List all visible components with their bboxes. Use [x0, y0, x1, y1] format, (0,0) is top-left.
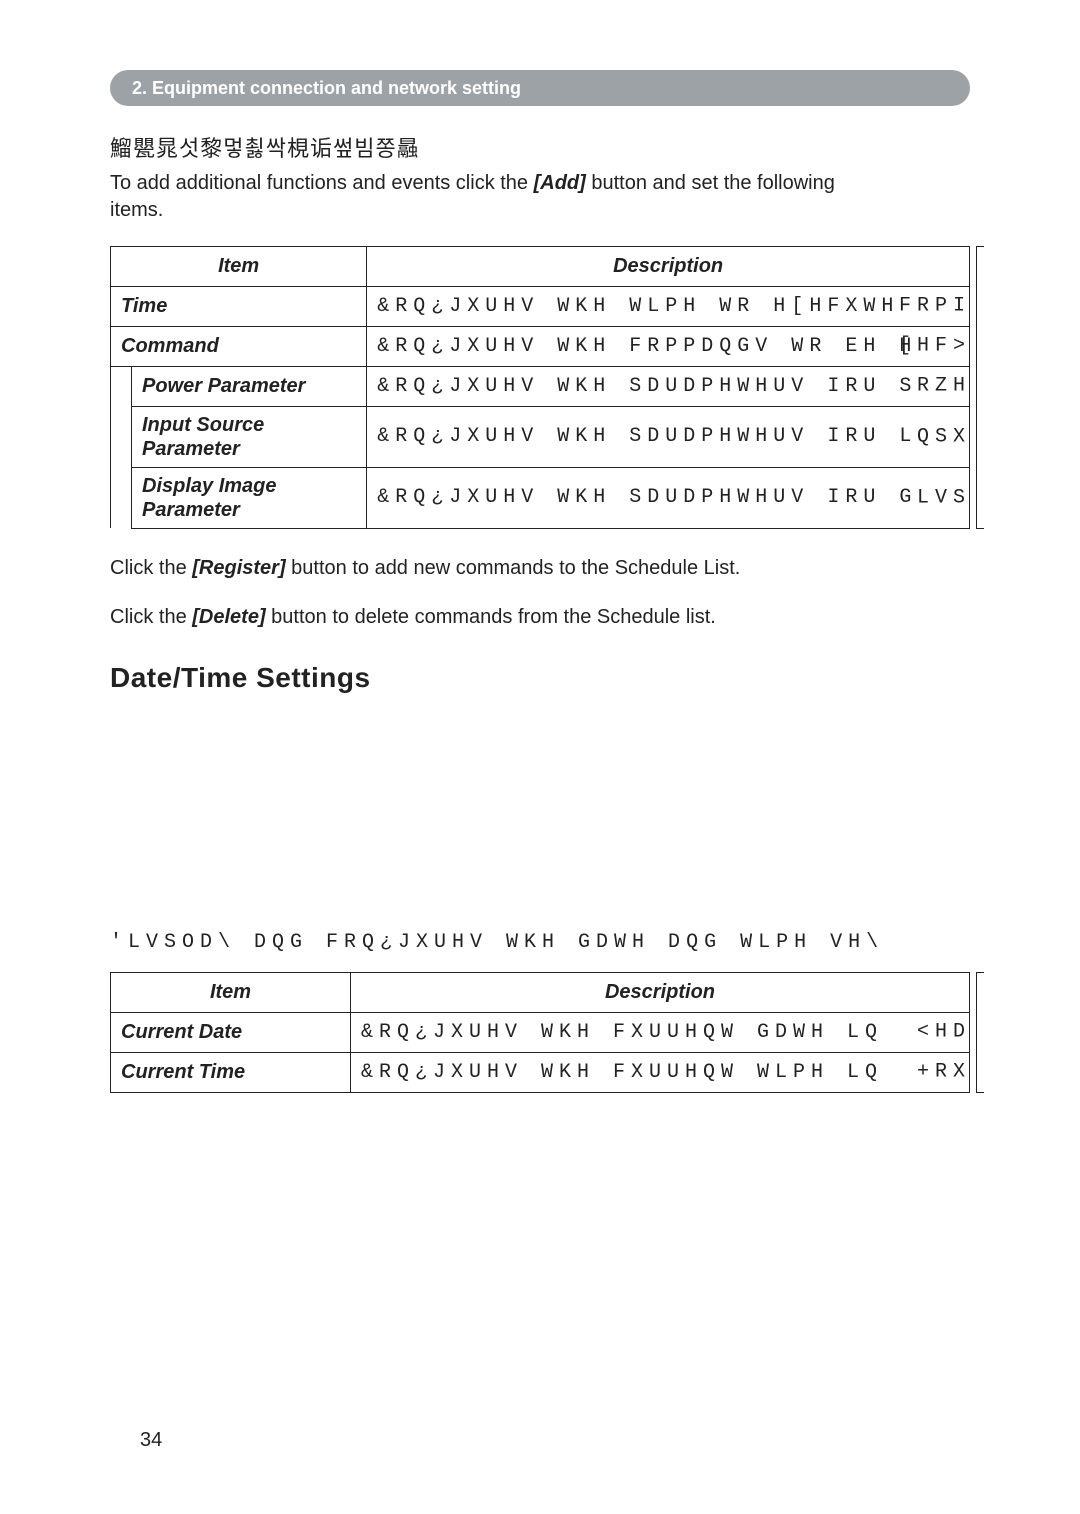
delete-paragraph: Click the [Delete] button to delete comm…	[110, 604, 970, 631]
para-suffix: button to add new commands to the Schedu…	[286, 557, 741, 579]
row-desc: &RQ¿JXUHV WKH SDUDPHWHUV IRU L QSX	[367, 406, 970, 467]
row-label-time: Time	[111, 286, 367, 326]
chapter-header-bar: 2. Equipment connection and network sett…	[110, 70, 970, 106]
delete-button-reference: [Delete]	[192, 606, 265, 628]
schedule-items-table: Item Description Time &RQ¿JXUHV WKH WLPH…	[110, 246, 970, 529]
table-header-row: Item Description	[111, 972, 970, 1012]
figure-placeholder	[110, 729, 970, 929]
table-row: Power Parameter &RQ¿JXUHV WKH SDUDPHWHUV…	[111, 366, 970, 406]
page-number: 34	[140, 1427, 162, 1454]
row-desc: &RQ¿JXUHV WKH FXUUHQW WLPH LQ +RX	[351, 1052, 970, 1092]
row-label-current-date: Current Date	[111, 1012, 351, 1052]
col-description-header: Description	[367, 246, 970, 286]
register-button-reference: [Register]	[192, 557, 285, 579]
desc-bleed: +RX	[917, 1059, 970, 1086]
register-paragraph: Click the [Register] button to add new c…	[110, 555, 970, 582]
date-time-table: Item Description Current Date &RQ¿JXUHV …	[110, 972, 970, 1093]
col-item-header: Item	[111, 246, 367, 286]
para-suffix: button to delete commands from the Sched…	[266, 606, 716, 628]
indent-spacer	[111, 366, 132, 528]
col-item-header: Item	[111, 972, 351, 1012]
section-heading-date-time: Date/Time Settings	[110, 659, 970, 697]
intro-suffix-1: button and set the following	[586, 172, 835, 194]
table-row: Command &RQ¿JXUHV WKH FRPPDQGV WR EH H […	[111, 326, 970, 366]
desc-text: &RQ¿JXUHV WKH SDUDPHWHUV IRU S	[377, 373, 959, 400]
row-label-display-image-parameter: Display Image Parameter	[132, 467, 367, 528]
desc-text: &RQ¿JXUHV WKH FXUUHQW WLPH LQ	[361, 1059, 959, 1086]
table-row: Current Time &RQ¿JXUHV WKH FXUUHQW WLPH …	[111, 1052, 970, 1092]
config-description-line: 'LVSOD\ DQG FRQ¿JXUHV WKH GDWH DQG WLPH …	[110, 929, 970, 956]
intro-suffix-2: items.	[110, 199, 163, 221]
desc-bleed: FRPI	[899, 293, 970, 320]
row-desc: &RQ¿JXUHV WKH FRPPDQGV WR EH H [HF>	[367, 326, 970, 366]
desc-bleed: RZH	[917, 373, 970, 400]
intro-paragraph: To add additional functions and events c…	[110, 170, 970, 224]
para-prefix: Click the	[110, 557, 192, 579]
row-desc: &RQ¿JXUHV WKH FXUUHQW GDWH LQ <HD	[351, 1012, 970, 1052]
desc-text: &RQ¿JXUHV WKH SDUDPHWHUV IRU L	[377, 423, 959, 450]
row-desc: &RQ¿JXUHV WKH WLPH WR H[HFXWH FRPI	[367, 286, 970, 326]
desc-text: &RQ¿JXUHV WKH WLPH WR H[HFXWH	[377, 293, 959, 320]
add-button-reference: [Add]	[534, 172, 586, 194]
desc-bleed: QSX	[917, 423, 970, 450]
cjk-glyph-line: 鰡甖晁섯黎멓쵫싹梘诟쎂빔쫑曧	[110, 134, 970, 164]
row-desc: &RQ¿JXUHV WKH SDUDPHWHUV IRU S RZH	[367, 366, 970, 406]
intro-prefix: To add additional functions and events c…	[110, 172, 534, 194]
table-header-row: Item Description	[111, 246, 970, 286]
desc-text: &RQ¿JXUHV WKH SDUDPHWHUV IRU G	[377, 484, 959, 511]
desc-bleed: LVS	[917, 484, 970, 511]
row-label-input-source-parameter: Input Source Parameter	[132, 406, 367, 467]
row-desc: &RQ¿JXUHV WKH SDUDPHWHUV IRU G LVS	[367, 467, 970, 528]
table-row: Display Image Parameter &RQ¿JXUHV WKH SD…	[111, 467, 970, 528]
row-label-current-time: Current Time	[111, 1052, 351, 1092]
table-right-edge-marker	[976, 246, 984, 529]
desc-text: &RQ¿JXUHV WKH FXUUHQW GDWH LQ	[361, 1019, 959, 1046]
table-row: Time &RQ¿JXUHV WKH WLPH WR H[HFXWH FRPI	[111, 286, 970, 326]
row-label-command: Command	[111, 326, 367, 366]
para-prefix: Click the	[110, 606, 192, 628]
table-right-edge-marker	[976, 972, 984, 1093]
table-row: Current Date &RQ¿JXUHV WKH FXUUHQW GDWH …	[111, 1012, 970, 1052]
desc-bleed: [HF>	[899, 333, 970, 360]
row-label-power-parameter: Power Parameter	[132, 366, 367, 406]
desc-bleed: <HD	[917, 1019, 970, 1046]
col-description-header: Description	[351, 972, 970, 1012]
table-row: Input Source Parameter &RQ¿JXUHV WKH SDU…	[111, 406, 970, 467]
desc-text: &RQ¿JXUHV WKH FRPPDQGV WR EH H	[377, 333, 959, 360]
